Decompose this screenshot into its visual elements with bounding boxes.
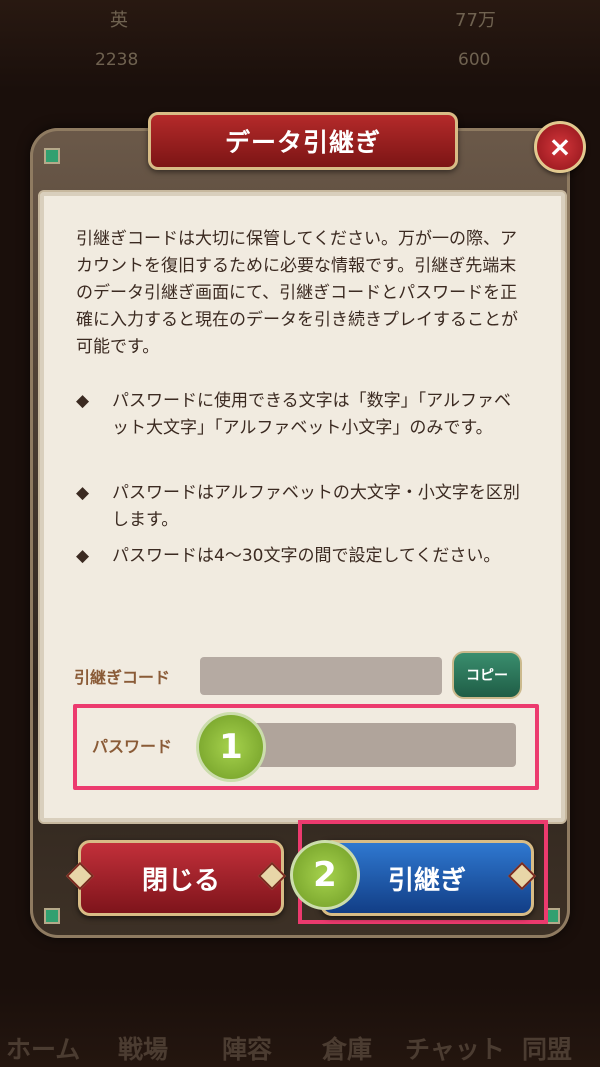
diamond-bullet-icon: ◆: [76, 546, 90, 566]
copy-button-label: コピー: [466, 668, 508, 684]
frame-gem: [44, 148, 60, 164]
diamond-bullet-icon: ◆: [76, 483, 90, 503]
nav-home: ホーム: [6, 1035, 81, 1064]
step-1-marker: 1: [196, 712, 266, 782]
transfer-code-label: 引継ぎコード: [74, 668, 171, 687]
frame-gem: [44, 908, 60, 924]
bullet-text: パスワードはアルファベットの大文字・小文字を区別します。: [112, 483, 520, 530]
nav-alliance: 同盟: [522, 1035, 573, 1064]
background-bottom-nav: [0, 985, 600, 1067]
transfer-code-field[interactable]: [200, 657, 442, 695]
nav-battlefield: 戦場: [118, 1035, 169, 1064]
bullet-text: パスワードに使用できる文字は「数字」「アルファベット大文字」「アルファベット小文…: [112, 391, 511, 438]
transfer-button-label: 引継ぎ: [387, 865, 466, 896]
background-header: [0, 0, 600, 90]
dialog-title: データ引継ぎ: [224, 128, 381, 157]
bg-stat: 77万: [455, 10, 496, 31]
intro-text: 引継ぎコードは大切に保管してください。万が一の際、アカウントを復旧するために必要…: [76, 229, 518, 357]
close-button-label: 閉じる: [141, 865, 220, 896]
bg-stat: 600: [458, 50, 491, 70]
dialog-title-banner: データ引継ぎ: [148, 112, 458, 170]
close-button[interactable]: 閉じる: [78, 840, 284, 916]
diamond-bullet-icon: ◆: [76, 391, 90, 411]
password-label: パスワード: [92, 737, 173, 756]
close-icon: ×: [548, 130, 572, 163]
nav-warehouse: 倉庫: [322, 1035, 373, 1064]
bg-stat: 英: [110, 10, 128, 31]
nav-formation: 陣容: [222, 1035, 273, 1064]
copy-button[interactable]: コピー: [452, 651, 522, 699]
bullet-text: パスワードは4～30文字の間で設定してください。: [112, 546, 501, 566]
bg-stat: 2238: [95, 50, 139, 70]
close-icon-button[interactable]: ×: [534, 121, 586, 173]
password-input[interactable]: [240, 723, 516, 767]
nav-chat: チャット: [405, 1035, 505, 1064]
step-2-marker: 2: [290, 840, 360, 910]
